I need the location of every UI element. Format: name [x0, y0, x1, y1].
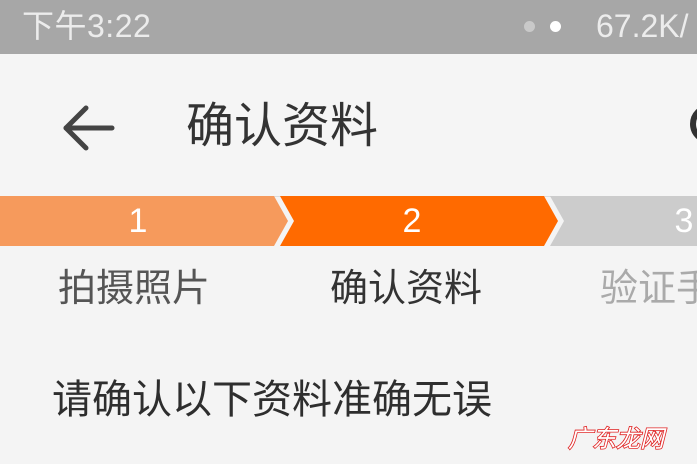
stepper-bar — [0, 196, 697, 246]
step-2-number: 2 — [402, 202, 422, 240]
page-title: 确认资料 — [186, 98, 379, 154]
app-header: 确认资料 — [0, 54, 697, 197]
confirm-notice: 请确认以下资料准确无误 — [52, 377, 492, 423]
back-button[interactable] — [58, 100, 120, 156]
progress-stepper: 1 2 3 — [0, 196, 697, 246]
status-time: 下午3:22 — [22, 8, 152, 44]
status-bar: 下午3:22 67.2K/ — [0, 0, 697, 54]
watermark-logo: 广东龙网 — [567, 424, 668, 454]
watermark-text: 广东龙网 — [568, 425, 667, 453]
network-speed: 67.2K/ — [596, 8, 689, 44]
status-dot — [550, 21, 561, 32]
step-1-number: 1 — [128, 202, 148, 240]
arrow-left-icon — [63, 105, 115, 151]
status-dot — [524, 21, 535, 32]
header-action-icon[interactable] — [690, 104, 697, 144]
step-3-number: 3 — [674, 202, 694, 240]
step-3-label: 验证手 — [600, 266, 697, 310]
step-1-label: 拍摄照片 — [58, 266, 211, 310]
step-2-label: 确认资料 — [330, 266, 483, 310]
